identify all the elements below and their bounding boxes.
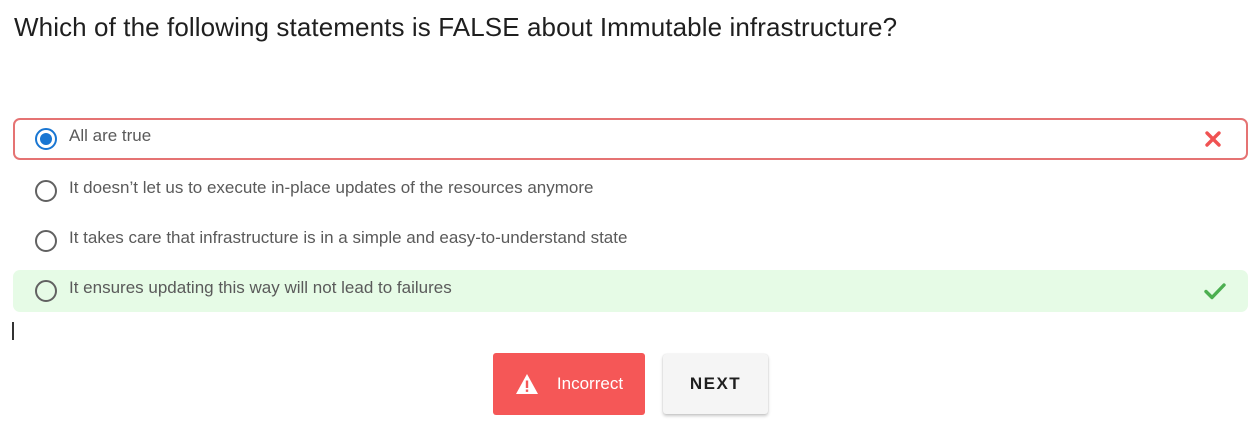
- question-text: Which of the following statements is FAL…: [14, 12, 898, 42]
- option-label: All are true: [69, 126, 152, 145]
- incorrect-result-button[interactable]: Incorrect: [493, 353, 645, 415]
- radio-checked-icon[interactable]: [35, 128, 57, 150]
- option-all-are-true[interactable]: All are true: [13, 118, 1248, 160]
- radio-unchecked-icon[interactable]: [35, 180, 57, 202]
- incorrect-label: Incorrect: [556, 374, 624, 393]
- option-simple-state[interactable]: It takes care that infrastructure is in …: [13, 220, 1248, 262]
- next-button[interactable]: NEXT: [663, 354, 768, 414]
- radio-unchecked-icon[interactable]: [35, 230, 57, 252]
- radio-unchecked-icon[interactable]: [35, 280, 57, 302]
- answer-options: All are true It doesn’t let us to execut…: [13, 118, 1248, 320]
- quiz-page: Which of the following statements is FAL…: [0, 0, 1254, 444]
- check-icon: [1204, 280, 1226, 302]
- option-no-failures[interactable]: It ensures updating this way will not le…: [13, 270, 1248, 312]
- text-cursor: [12, 322, 14, 340]
- close-icon: [1202, 128, 1224, 150]
- option-in-place-updates[interactable]: It doesn’t let us to execute in-place up…: [13, 170, 1248, 212]
- option-label: It ensures updating this way will not le…: [69, 278, 452, 297]
- option-label: It takes care that infrastructure is in …: [69, 228, 628, 247]
- warning-icon: [515, 373, 539, 395]
- option-label: It doesn’t let us to execute in-place up…: [69, 178, 594, 197]
